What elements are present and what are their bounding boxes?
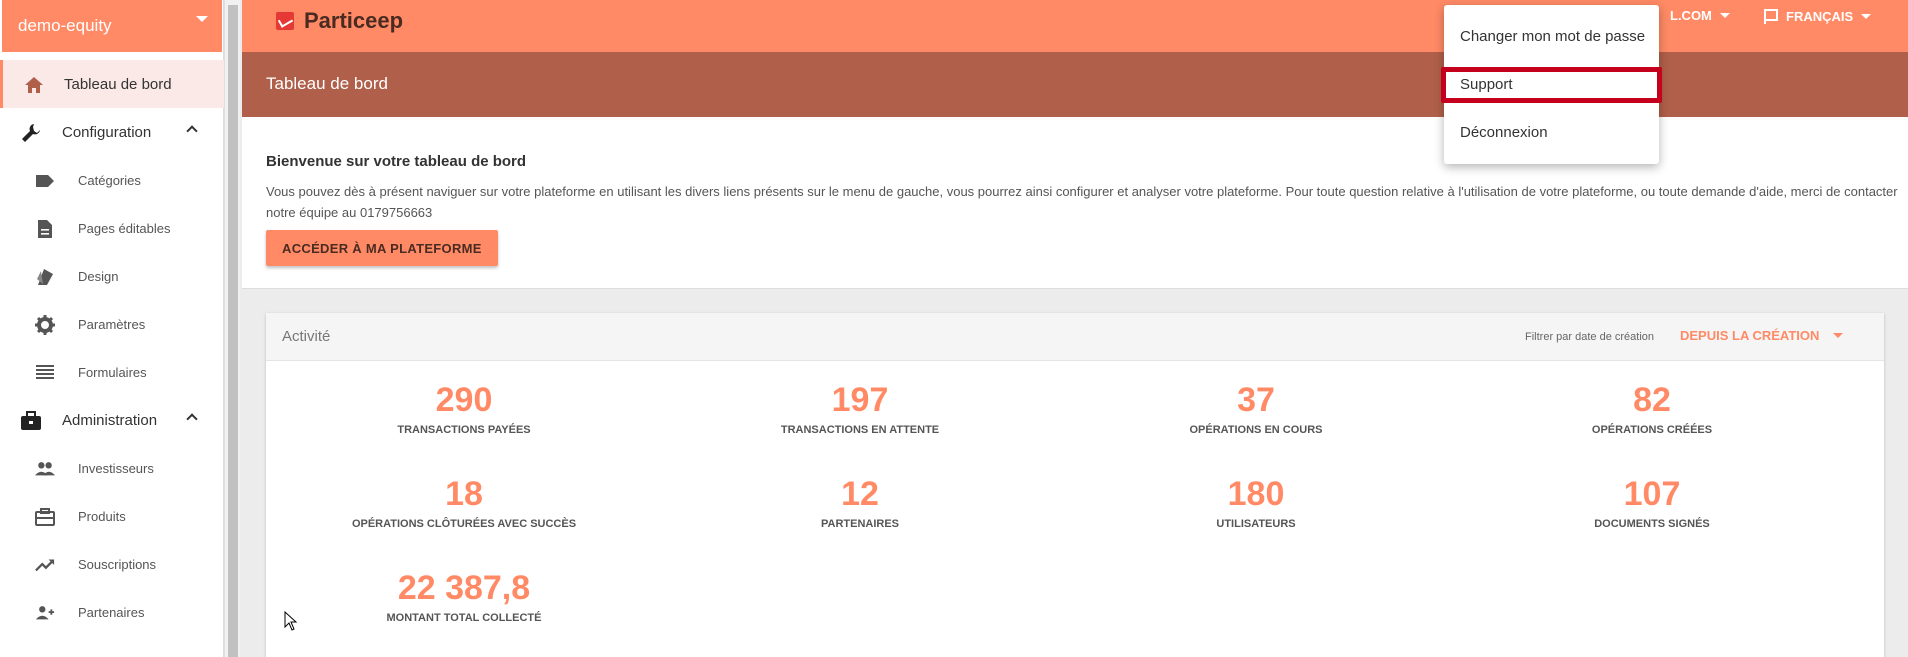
language-selector[interactable]: FRANÇAIS xyxy=(1762,8,1872,24)
stat-value: 18 xyxy=(445,475,483,513)
stat-utilisateurs: 180 UTILISATEURS xyxy=(1058,474,1454,530)
stat-value: 180 xyxy=(1227,475,1285,513)
activity-title: Activité xyxy=(282,328,331,345)
stat-transactions-en-attente: 197 TRANSACTIONS EN ATTENTE xyxy=(662,380,1058,436)
trending-icon xyxy=(35,555,55,575)
stat-documents-signes: 107 DOCUMENTS SIGNÉS xyxy=(1454,474,1850,530)
partners-icon xyxy=(35,603,55,623)
sidebar-item-parametres[interactable]: Paramètres xyxy=(0,300,224,348)
flag-icon xyxy=(1762,8,1778,24)
stat-label: OPÉRATIONS CRÉÉES xyxy=(1591,424,1713,436)
sidebar-item-label: Administration xyxy=(62,411,158,429)
gear-icon xyxy=(35,315,55,335)
wrench-icon xyxy=(20,122,42,144)
stat-partenaires: 12 PARTENAIRES xyxy=(662,474,1058,530)
access-platform-button[interactable]: ACCÉDER À MA PLATEFORME xyxy=(266,230,498,266)
highlight-box xyxy=(1441,67,1662,103)
stat-label: OPÉRATIONS CLÔTURÉES AVEC SUCCÈS xyxy=(351,518,577,530)
stat-label: OPÉRATIONS EN COURS xyxy=(1189,424,1323,436)
caret-down-icon xyxy=(1861,13,1872,19)
stat-montant-total: 22 387,8 MONTANT TOTAL COLLECTÉ xyxy=(266,568,662,624)
tenant-selector[interactable]: demo-equity xyxy=(2,0,222,52)
language-label: FRANÇAIS xyxy=(1786,8,1854,24)
filter-value: DEPUIS LA CRÉATION xyxy=(1680,328,1820,343)
sidebar-item-formulaires[interactable]: Formulaires xyxy=(0,348,224,396)
stat-value: 82 xyxy=(1633,381,1671,419)
sidebar-scrollbar[interactable] xyxy=(224,0,240,657)
logo[interactable]: Particeep xyxy=(276,8,403,34)
sidebar-item-label: Investisseurs xyxy=(78,460,154,476)
sidebar: demo-equity Tableau de bord Configuratio… xyxy=(0,0,224,657)
welcome-heading: Bienvenue sur votre tableau de bord xyxy=(266,153,527,170)
chevron-up-icon[interactable] xyxy=(186,125,198,137)
trend-logo-icon xyxy=(276,12,294,30)
sidebar-item-label: Design xyxy=(78,268,119,284)
sidebar-item-pages-editables[interactable]: Pages éditables xyxy=(0,204,224,252)
stat-value: 22 387,8 xyxy=(397,569,531,607)
menu-item-logout[interactable]: Déconnexion xyxy=(1460,124,1548,141)
sidebar-item-label: Configuration xyxy=(62,123,152,141)
sidebar-item-design[interactable]: Design xyxy=(0,252,224,300)
stat-value: 37 xyxy=(1237,381,1275,419)
sidebar-item-label: Souscriptions xyxy=(78,556,157,572)
sidebar-item-tableau-de-bord[interactable]: Tableau de bord xyxy=(0,60,224,108)
sidebar-item-label: Pages éditables xyxy=(78,220,171,236)
label-icon xyxy=(35,171,55,191)
sidebar-item-souscriptions[interactable]: Souscriptions xyxy=(0,540,224,588)
user-dropdown-menu: Changer mon mot de passe Support Déconne… xyxy=(1441,5,1662,164)
stat-label: PARTENAIRES xyxy=(820,518,900,530)
sidebar-item-partenaires[interactable]: Partenaires xyxy=(0,588,224,636)
people-icon xyxy=(35,459,55,479)
document-icon xyxy=(35,219,55,239)
sidebar-group-administration[interactable]: Administration xyxy=(0,396,224,444)
sidebar-item-produits[interactable]: Produits xyxy=(0,492,224,540)
briefcase-icon xyxy=(20,410,42,432)
caret-down-icon xyxy=(1719,13,1730,18)
welcome-text: Vous pouvez dès à présent naviguer sur v… xyxy=(266,184,1898,220)
list-icon xyxy=(35,363,55,383)
logo-text: Particeep xyxy=(304,8,404,33)
stat-label: UTILISATEURS xyxy=(1216,518,1296,530)
stat-label: DOCUMENTS SIGNÉS xyxy=(1594,518,1710,530)
stat-operations-creees: 82 OPÉRATIONS CRÉÉES xyxy=(1454,380,1850,436)
sidebar-item-label: Paramètres xyxy=(78,316,146,332)
filter-label: Filtrer par date de création xyxy=(1525,331,1655,343)
stat-value: 12 xyxy=(841,475,879,513)
stat-value: 290 xyxy=(435,381,493,419)
sidebar-item-label: Formulaires xyxy=(78,364,147,380)
page-title: Tableau de bord xyxy=(266,74,388,93)
stat-value: 107 xyxy=(1623,475,1681,513)
chevron-up-icon[interactable] xyxy=(186,413,198,425)
palette-icon xyxy=(35,267,55,287)
scrollbar-thumb[interactable] xyxy=(228,5,238,657)
menu-item-change-password[interactable]: Changer mon mot de passe xyxy=(1460,28,1645,45)
stat-value: 197 xyxy=(831,381,889,419)
date-filter-dropdown[interactable]: DEPUIS LA CRÉATION xyxy=(1680,328,1844,343)
sidebar-item-label: Tableau de bord xyxy=(64,75,172,93)
activity-header: Activité Filtrer par date de création DE… xyxy=(266,313,1884,361)
stat-label: TRANSACTIONS PAYÉES xyxy=(397,424,531,436)
sidebar-item-label: Produits xyxy=(78,508,126,524)
sidebar-nav: Tableau de bord Configuration Catégories… xyxy=(0,60,224,636)
sidebar-item-label: Partenaires xyxy=(78,604,145,620)
home-icon xyxy=(23,74,45,96)
stat-label: MONTANT TOTAL COLLECTÉ xyxy=(386,612,542,624)
caret-down-icon xyxy=(1833,333,1844,338)
stat-transactions-payees: 290 TRANSACTIONS PAYÉES xyxy=(266,380,662,436)
sidebar-item-categories[interactable]: Catégories xyxy=(0,156,224,204)
user-email-label: L.COM xyxy=(1670,8,1712,23)
activity-card: Activité Filtrer par date de création DE… xyxy=(266,313,1884,657)
case-icon xyxy=(35,507,55,527)
sidebar-group-configuration[interactable]: Configuration xyxy=(0,108,224,156)
stat-label: TRANSACTIONS EN ATTENTE xyxy=(780,424,940,436)
user-menu-toggle[interactable]: L.COM xyxy=(1670,8,1730,23)
tenant-name: demo-equity xyxy=(18,16,112,35)
sidebar-item-label: Catégories xyxy=(78,172,141,188)
sidebar-item-investisseurs[interactable]: Investisseurs xyxy=(0,444,224,492)
stat-operations-cloturees: 18 OPÉRATIONS CLÔTURÉES AVEC SUCCÈS xyxy=(266,474,662,530)
caret-down-icon xyxy=(196,16,208,22)
stat-operations-en-cours: 37 OPÉRATIONS EN COURS xyxy=(1058,380,1454,436)
